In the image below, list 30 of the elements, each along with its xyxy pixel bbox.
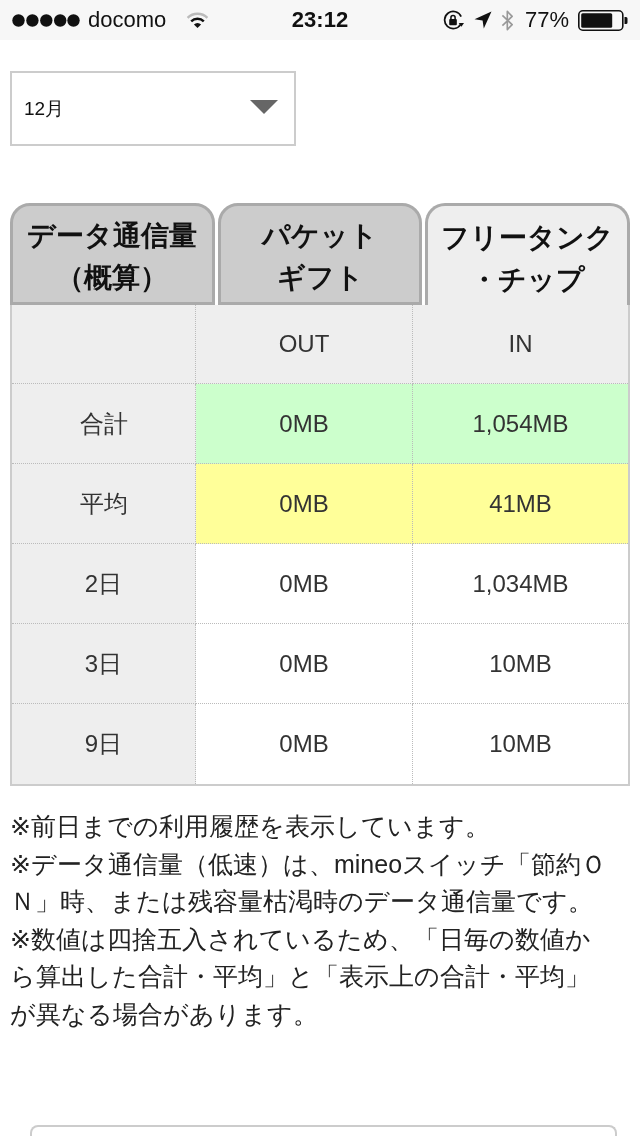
note-text: ※数値は四捨五入されているため、「日毎の数値から算出した合計・平均」と「表示上の合計・平均」が異なる場合があります。	[10, 923, 592, 1030]
column-header: IN	[413, 305, 628, 384]
table-cell: 41MB	[413, 464, 628, 544]
table-cell: 0MB	[196, 624, 413, 704]
location-arrow-icon	[473, 11, 492, 29]
wifi-icon	[186, 12, 210, 28]
caret-icon	[250, 99, 278, 114]
tab[interactable]: パケット ギフト	[217, 203, 423, 305]
note-text: ※前日までの利用履歴を表示しています。	[10, 811, 491, 842]
table-cell: 0MB	[196, 544, 413, 624]
battery-icon	[578, 9, 628, 31]
note-text: ※データ通信量（低速）は、mineoスイッチ「節約ＯＮ」時、または残容量枯渇時のデータ通信量です。	[10, 848, 608, 917]
row-label: 3日	[12, 624, 196, 704]
row-label: 9日	[12, 704, 196, 784]
carrier-name: docomo	[88, 7, 167, 33]
row-label: 平均	[12, 464, 196, 544]
signal-strength-icon	[12, 13, 80, 27]
row-label: 合計	[12, 384, 196, 464]
table-cell: 0MB	[196, 464, 413, 544]
battery-percentage: 77%	[524, 7, 569, 33]
month-select[interactable]: 12月	[10, 71, 296, 146]
table-cell: 1,054MB	[413, 384, 628, 464]
clock-time: 23:12	[291, 7, 349, 33]
tab[interactable]: データ通信量 （概算）	[10, 203, 215, 305]
orientation-lock-icon	[441, 9, 465, 31]
row-label: 2日	[12, 544, 196, 624]
bluetooth-icon	[500, 8, 514, 32]
tab[interactable]: フリータンク ・チップ	[425, 203, 630, 305]
column-header: OUT	[196, 305, 413, 384]
table-cell: 0MB	[196, 384, 413, 464]
